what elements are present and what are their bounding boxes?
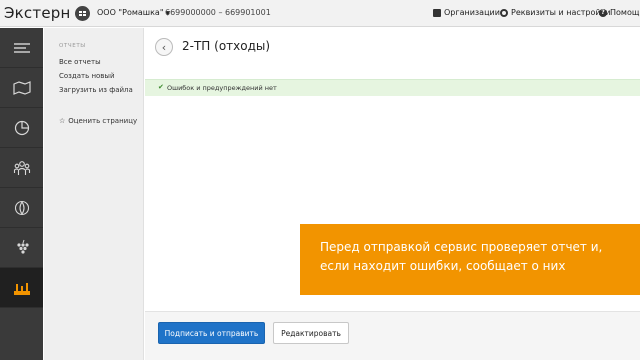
- nav-settings-label: Реквизиты и настройки: [511, 8, 611, 17]
- page-title: 2-ТП (отходы): [182, 39, 271, 53]
- nav-help-label: Помощь: [610, 8, 640, 17]
- factory-icon: [13, 282, 30, 295]
- edit-button[interactable]: Редактировать: [273, 322, 349, 344]
- sidebar-item-create-new[interactable]: Создать новый: [59, 72, 115, 80]
- iconbar-item-map[interactable]: [0, 68, 43, 108]
- reports-sidebar: ОТЧЕТЫ Все отчеты Создать новый Загрузит…: [44, 28, 144, 360]
- sidebar-item-upload-file[interactable]: Загрузить из файла: [59, 86, 133, 94]
- star-icon: ☆: [59, 117, 66, 125]
- chevron-left-icon: ‹: [161, 40, 167, 54]
- org-icon[interactable]: [75, 6, 90, 21]
- iconbar-item-eco[interactable]: [0, 188, 43, 228]
- sign-and-send-button[interactable]: Подписать и отправить: [158, 322, 265, 344]
- main-content: ‹ 2-ТП (отходы) ✔ Ошибок и предупреждени…: [145, 28, 640, 360]
- sidebar-item-all-reports[interactable]: Все отчеты: [59, 58, 101, 66]
- validation-status-text: Ошибок и предупреждений нет: [167, 84, 277, 92]
- org-name: ООО "Ромашка": [97, 8, 164, 17]
- org-selector[interactable]: ООО "Ромашка" ▼: [97, 8, 170, 17]
- action-footer: Подписать и отправить Редактировать: [145, 311, 640, 360]
- grapes-icon: [16, 239, 29, 254]
- validation-status: ✔ Ошибок и предупреждений нет: [145, 79, 640, 96]
- briefcase-icon: [433, 8, 441, 17]
- iconbar-item-people[interactable]: [0, 148, 43, 188]
- app-logo[interactable]: Экстерн: [4, 4, 70, 22]
- sidebar-heading: ОТЧЕТЫ: [59, 43, 86, 49]
- people-group-icon: [13, 160, 30, 175]
- menu-lines-icon: [13, 42, 30, 53]
- top-bar: Экстерн ООО "Ромашка" ▼ 6699000000 – 6699…: [0, 0, 640, 27]
- iconbar-item-agro[interactable]: [0, 228, 43, 268]
- leaf-coin-icon: [14, 200, 29, 215]
- help-icon: ?: [599, 8, 607, 17]
- org-inn-kpp: 6699000000 – 669901001: [165, 8, 271, 17]
- nav-help[interactable]: ? Помощь: [599, 8, 640, 17]
- rate-page-label: Оценить страницу: [68, 117, 138, 125]
- nav-organizations[interactable]: Организации: [433, 8, 500, 17]
- icon-sidebar: [0, 28, 43, 360]
- nav-organizations-label: Организации: [444, 8, 500, 17]
- check-icon: ✔: [158, 83, 164, 91]
- iconbar-item-industry[interactable]: [0, 268, 43, 308]
- nav-settings[interactable]: Реквизиты и настройки: [500, 8, 611, 17]
- map-icon: [12, 80, 31, 95]
- pie-chart-icon: [14, 120, 29, 135]
- hint-banner-text: Перед отправкой сервис проверяет отчет и…: [320, 240, 603, 273]
- gear-icon: [500, 8, 508, 17]
- iconbar-item-menu[interactable]: [0, 28, 43, 68]
- rate-page-link[interactable]: ☆ Оценить страницу: [59, 117, 137, 125]
- iconbar-item-stats[interactable]: [0, 108, 43, 148]
- hint-banner: Перед отправкой сервис проверяет отчет и…: [300, 224, 640, 295]
- back-button[interactable]: ‹: [155, 38, 173, 56]
